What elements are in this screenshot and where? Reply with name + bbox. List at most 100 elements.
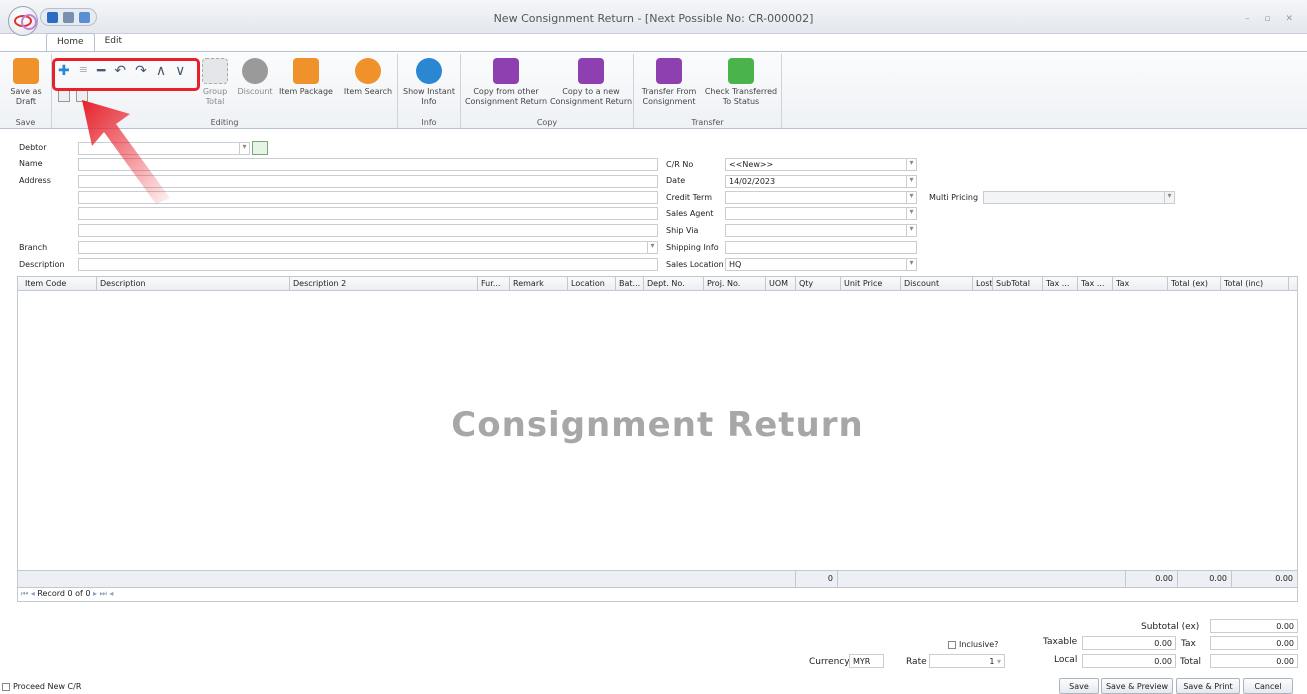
column-header[interactable]: Tax xyxy=(1113,277,1168,291)
sales-location-select[interactable]: HQ ▾ xyxy=(725,258,917,271)
group-save: Save as Draft Save xyxy=(0,54,52,128)
copy-to-icon xyxy=(578,58,604,84)
item-grid[interactable]: Item Code Description Description 2 Fur... R… xyxy=(17,276,1298,574)
column-header[interactable]: Dept. No. xyxy=(644,277,704,291)
preview-icon[interactable] xyxy=(79,11,90,23)
subtotal-value: 0.00 xyxy=(1210,619,1298,633)
group-copy: Copy from other Consignment Return Copy … xyxy=(461,54,634,128)
column-header[interactable]: Proj. No. xyxy=(704,277,766,291)
discount-icon xyxy=(242,58,268,84)
item-search-button[interactable]: Item Search xyxy=(340,56,396,97)
undo-icon[interactable]: ↶ xyxy=(114,63,126,79)
move-down-icon[interactable]: ∨ xyxy=(175,63,185,79)
inclusive-checkbox[interactable]: Inclusive? xyxy=(948,640,998,649)
sales-agent-select[interactable]: ▾ xyxy=(725,207,917,220)
row-edit-toolbar: ✚ ≡ ━ ↶ ↷ ∧ ∨ xyxy=(58,63,185,79)
add-row-icon[interactable]: ✚ xyxy=(58,63,70,79)
save-icon[interactable] xyxy=(47,11,58,23)
rate-spin-icon[interactable]: ▾ xyxy=(997,657,1001,666)
check-transferred-icon xyxy=(728,58,754,84)
column-header[interactable]: Lost? xyxy=(973,277,993,291)
grid-watermark: Consignment Return xyxy=(451,405,864,445)
address-line-3[interactable] xyxy=(78,207,658,220)
footer-tax: 0.00 xyxy=(1125,571,1177,587)
grid-icon[interactable] xyxy=(58,90,70,102)
tab-edit[interactable]: Edit xyxy=(95,33,132,51)
column-header[interactable]: Total (inc) xyxy=(1221,277,1289,291)
column-header[interactable]: Tax ... xyxy=(1043,277,1078,291)
column-header[interactable]: UOM xyxy=(766,277,796,291)
column-header[interactable]: Fur... xyxy=(478,277,510,291)
window-controls[interactable]: – ▫ ✕ xyxy=(1245,14,1299,24)
nav-first-icon[interactable]: ⏮ ◂ xyxy=(21,589,35,598)
column-header[interactable]: Remark xyxy=(510,277,568,291)
total-value: 0.00 xyxy=(1210,654,1298,668)
app-menu-button[interactable] xyxy=(8,6,38,36)
column-header[interactable]: Total (ex) xyxy=(1168,277,1221,291)
column-header[interactable]: Item Code xyxy=(22,277,97,291)
copy-to-new-button[interactable]: Copy to a new Consignment Return xyxy=(549,56,633,107)
credit-term-select[interactable]: ▾ xyxy=(725,191,917,204)
taxable-value: 0.00 xyxy=(1082,636,1176,650)
grid-footer: 0 0.00 0.00 0.00 xyxy=(17,570,1298,588)
save-draft-button[interactable]: Save as Draft xyxy=(4,56,48,107)
branch-select[interactable]: ▾ xyxy=(78,241,658,254)
record-navigator[interactable]: ⏮ ◂ Record 0 of 0 ▸ ⏭ ◂ xyxy=(17,588,1298,602)
debtor-search-icon[interactable] xyxy=(252,141,268,155)
column-header[interactable]: Discount xyxy=(901,277,973,291)
sales-location-label: Sales Location xyxy=(666,260,724,269)
column-header[interactable]: Location xyxy=(568,277,616,291)
cancel-button[interactable]: Cancel xyxy=(1243,678,1293,694)
app-logo-icon xyxy=(14,14,37,30)
save-draft-icon xyxy=(13,58,39,84)
column-header[interactable]: Bat... xyxy=(616,277,644,291)
save-button[interactable]: Save xyxy=(1059,678,1099,694)
item-package-button[interactable]: Item Package xyxy=(277,56,335,97)
address-label: Address xyxy=(19,176,51,185)
column-header[interactable]: Qty xyxy=(796,277,841,291)
proceed-new-checkbox[interactable]: Proceed New C/R xyxy=(2,682,81,691)
save-print-button[interactable]: Save & Print xyxy=(1176,678,1240,694)
column-header[interactable]: SubTotal xyxy=(993,277,1043,291)
description-input[interactable] xyxy=(78,258,658,271)
tax-label: Tax xyxy=(1181,639,1196,649)
column-header[interactable]: Unit Price xyxy=(841,277,901,291)
group-total-button[interactable]: Group Total xyxy=(200,56,230,107)
footer-spacer xyxy=(837,571,1145,587)
save-preview-button[interactable]: Save & Preview xyxy=(1101,678,1173,694)
discount-button[interactable]: Discount xyxy=(235,56,275,97)
shipping-info-label: Shipping Info xyxy=(666,243,719,252)
print-icon[interactable] xyxy=(63,11,74,23)
description-label: Description xyxy=(19,260,65,269)
move-up-icon[interactable]: ∧ xyxy=(156,63,166,79)
ship-via-select[interactable]: ▾ xyxy=(725,224,917,237)
delete-row-icon[interactable]: ━ xyxy=(97,63,105,79)
pointer-arrow-icon xyxy=(82,100,170,204)
currency-input[interactable]: MYR xyxy=(849,654,884,668)
shipping-info-input[interactable] xyxy=(725,241,917,254)
show-instant-info-button[interactable]: Show Instant Info xyxy=(401,56,457,107)
check-transferred-button[interactable]: Check Transferred To Status xyxy=(702,56,780,107)
tab-home[interactable]: Home xyxy=(46,33,95,52)
rate-input[interactable]: 1 ▾ xyxy=(929,654,1005,668)
currency-label: Currency xyxy=(809,657,850,667)
cr-no-label: C/R No xyxy=(666,160,694,169)
subtotal-label: Subtotal (ex) xyxy=(1141,622,1200,632)
copy-from-other-button[interactable]: Copy from other Consignment Return xyxy=(463,56,549,107)
multi-pricing-select[interactable]: ▾ xyxy=(983,191,1175,204)
title-bar: New Consignment Return - [Next Possible … xyxy=(0,0,1307,34)
transfer-from-button[interactable]: Transfer From Consignment xyxy=(636,56,702,107)
nav-last-icon[interactable]: ▸ ⏭ ◂ xyxy=(93,589,113,598)
local-label: Local xyxy=(1054,655,1078,665)
cr-no-select[interactable]: <<New>> ▾ xyxy=(725,158,917,171)
column-header[interactable]: Description 2 xyxy=(290,277,478,291)
insert-row-icon[interactable]: ≡ xyxy=(79,63,88,79)
address-line-4[interactable] xyxy=(78,224,658,237)
column-header[interactable]: Tax ... xyxy=(1078,277,1113,291)
redo-icon[interactable]: ↷ xyxy=(135,63,147,79)
group-info: Show Instant Info Info xyxy=(398,54,461,128)
date-input[interactable]: 14/02/2023 ▾ xyxy=(725,175,917,188)
group-transfer: Transfer From Consignment Check Transfer… xyxy=(634,54,782,128)
rate-label: Rate xyxy=(906,657,927,667)
column-header[interactable]: Description xyxy=(97,277,290,291)
